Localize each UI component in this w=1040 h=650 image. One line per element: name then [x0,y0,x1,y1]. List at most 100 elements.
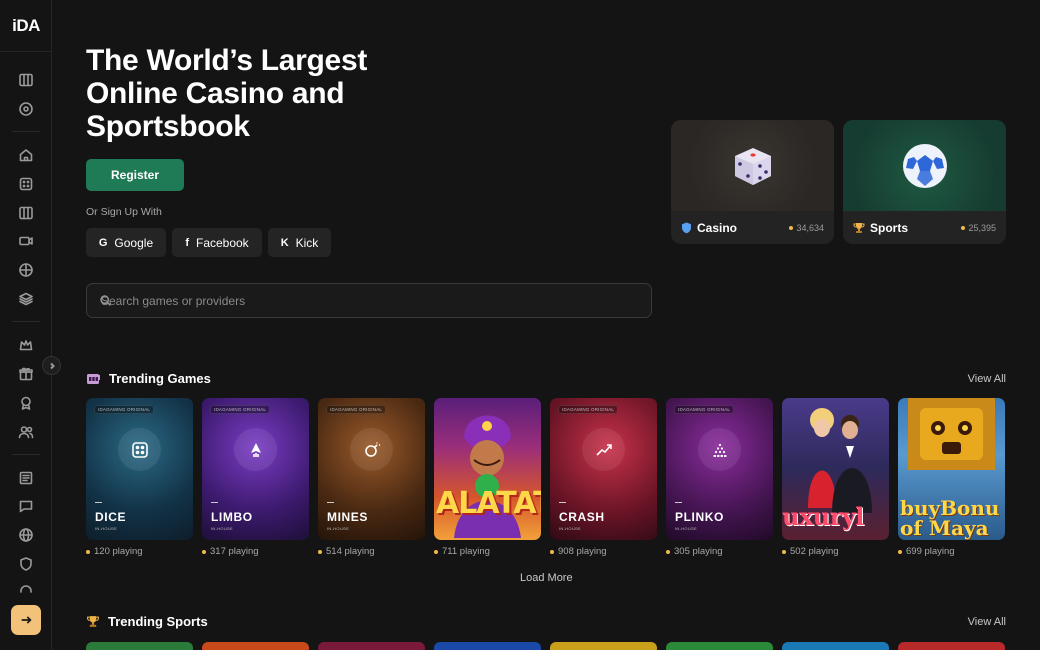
sports-count: 25,395 [961,223,996,233]
sport-tile[interactable] [434,642,541,650]
gift-icon [19,367,33,381]
sidebar-item-sports[interactable] [14,97,38,121]
game-title: ALATAT [436,486,541,521]
title-dash [95,502,102,503]
playing-text: 699 playing [906,546,955,557]
kick-label: Kick [295,235,319,250]
game-playing-count: 711 playing [434,546,490,557]
shield-icon [20,557,32,571]
load-more-button[interactable]: Load More [520,572,573,584]
trending-games-view-all-link[interactable]: View All [968,373,1006,385]
game-card-dice[interactable]: IDAGAMING ORIGINAL DICE IN-HOUSE [86,398,193,540]
sport-tile[interactable] [202,642,309,650]
google-label: Google [114,235,154,250]
live-dot-icon [961,225,966,230]
sidebar-item-security[interactable] [14,552,38,576]
target-icon [19,102,33,116]
sidebar-item-rewards[interactable] [14,391,38,415]
live-dot-icon [434,549,438,554]
live-dot-icon [550,549,554,554]
game-card-mines[interactable]: IDAGAMING ORIGINAL MINES IN-HOUSE [318,398,425,540]
playing-text: 908 playing [558,546,607,557]
game-card-alatat[interactable]: ALATAT [434,398,541,540]
trophy-icon [853,222,865,233]
sport-tile[interactable] [550,642,657,650]
sidebar-item-originals[interactable] [14,172,38,196]
sport-tile[interactable] [318,642,425,650]
game-subtitle: IN-HOUSE [95,526,117,531]
sidebar-item-support[interactable] [14,581,38,593]
live-dot-icon [86,549,90,554]
slots-icon [19,73,33,87]
game-subtitle: IN-HOUSE [211,526,233,531]
game-card-luxury[interactable]: uxuryl [782,398,889,540]
sidebar-item-slots[interactable] [14,201,38,225]
brand-logo[interactable]: iDA [0,0,52,52]
sidebar-item-live-casino[interactable] [14,229,38,253]
hero-title: The World’s Largest Online Casino and Sp… [86,44,368,143]
search-input[interactable] [101,284,641,317]
category-card-casino[interactable]: Casino 34,634 [671,120,834,244]
sport-tile[interactable] [86,642,193,650]
sport-tile[interactable] [782,642,889,650]
rocket-icon [250,442,261,457]
layers-icon [19,292,33,306]
trophy-icon [87,616,99,627]
trending-sports-title: Trending Sports [108,614,208,629]
trending-sports-view-all-link[interactable]: View All [968,616,1006,628]
playing-text: 317 playing [210,546,259,557]
medal-icon [21,396,31,410]
casino-art [671,120,834,211]
game-title: uxuryl [782,502,864,531]
sport-tile[interactable] [898,642,1005,650]
game-playing-count: 699 playing [898,546,955,557]
game-art [350,428,393,471]
sports-art [843,120,1006,211]
sidebar-item-home[interactable] [14,143,38,167]
game-title: CRASH [559,510,605,524]
basketball-icon [19,263,33,277]
casino-count: 34,634 [789,223,824,233]
sidebar-divider [12,454,40,455]
sport-tile[interactable] [666,642,773,650]
sidebar-item-promotions[interactable] [14,362,38,386]
sidebar-collapse-button[interactable] [42,356,61,375]
game-card-plinko[interactable]: IDAGAMING ORIGINAL PLINKO IN-HOUSE [666,398,773,540]
game-card-crash[interactable]: IDAGAMING ORIGINAL CRASH IN-HOUSE [550,398,657,540]
title-dash [211,502,218,503]
logo-text: iDA [12,15,40,35]
sidebar-item-vip[interactable] [14,333,38,357]
category-card-sports[interactable]: Sports 25,395 [843,120,1006,244]
game-title: LIMBO [211,510,253,524]
register-button[interactable]: Register [86,159,184,191]
sports-count-value: 25,395 [968,222,996,233]
sidebar-divider [12,321,40,322]
kick-icon: K [280,236,289,249]
headset-icon [20,585,32,593]
sidebar-item-providers[interactable] [14,287,38,311]
plinko-pegs-icon [713,443,726,457]
dice-icon [734,147,771,185]
game-badge: IDAGAMING ORIGINAL [94,405,155,414]
sidebar-divider [12,131,40,132]
login-button[interactable] [11,605,41,635]
game-card-buy-bonus-maya[interactable]: buyBonu of Maya [898,398,1005,540]
game-playing-count: 120 playing [86,546,143,557]
google-signup-button[interactable]: G Google [86,228,166,257]
sidebar-item-blog[interactable] [14,466,38,490]
game-playing-count: 514 playing [318,546,375,557]
trend-up-icon [595,443,612,456]
sidebar-item-chat[interactable] [14,494,38,518]
kick-signup-button[interactable]: K Kick [268,228,331,257]
live-dot-icon [666,549,670,554]
game-card-limbo[interactable]: IDAGAMING ORIGINAL LIMBO IN-HOUSE [202,398,309,540]
sidebar-item-casino[interactable] [14,68,38,92]
live-dot-icon [789,225,794,230]
sidebar-item-sportsbook[interactable] [14,258,38,282]
sidebar-item-language[interactable] [14,523,38,547]
game-title: buyBonu of Maya [900,496,1000,540]
dice-icon [131,441,148,458]
playing-text: 711 playing [442,546,490,557]
sidebar-item-affiliates[interactable] [14,420,38,444]
facebook-signup-button[interactable]: f Facebook [172,228,262,257]
